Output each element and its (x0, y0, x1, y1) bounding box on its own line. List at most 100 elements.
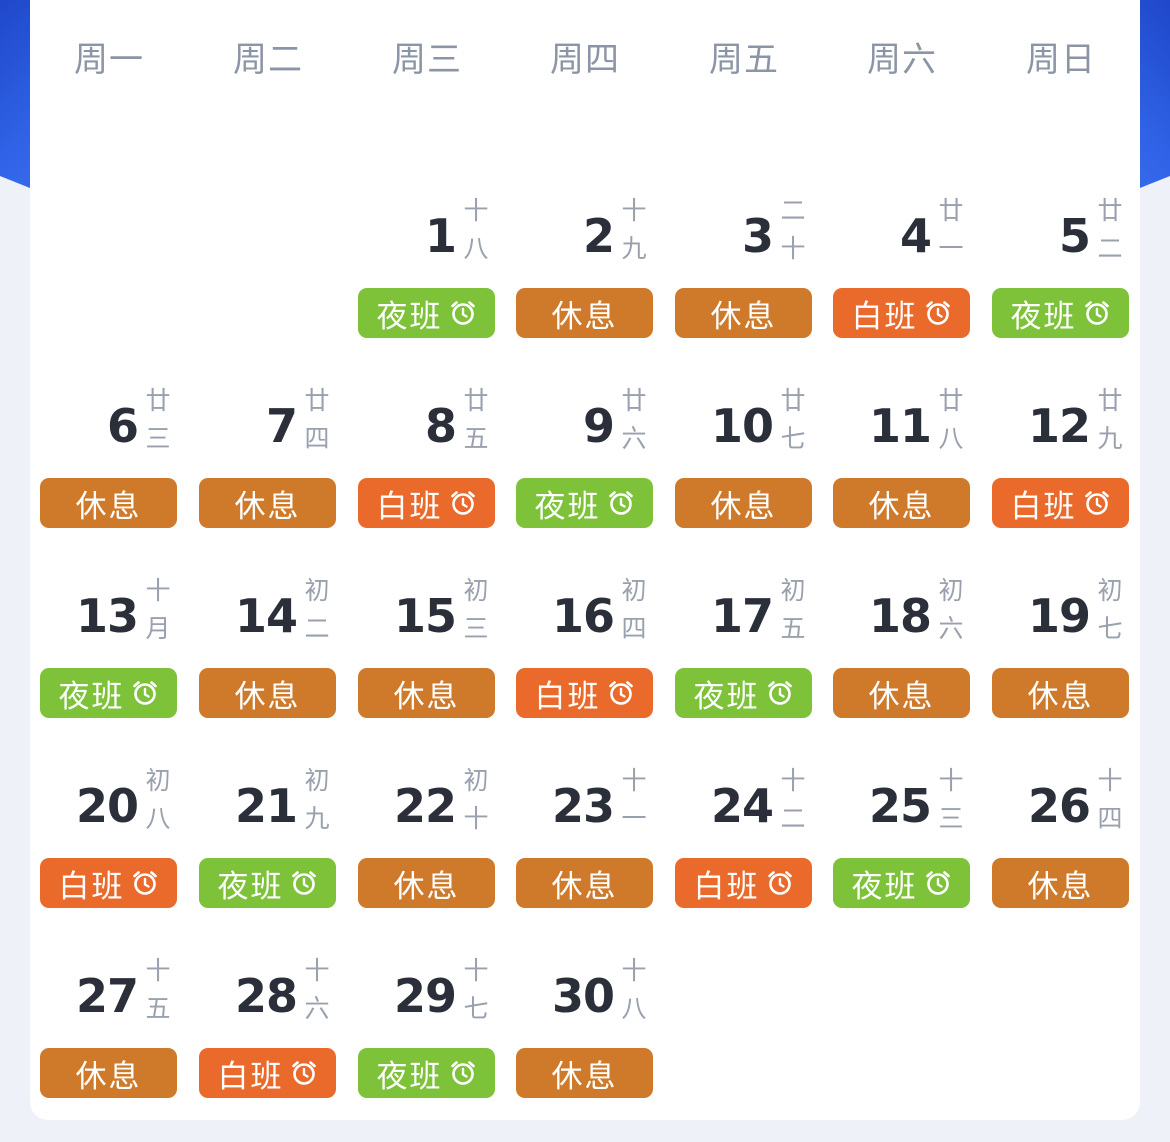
shift-badge[interactable]: 休息 (40, 478, 177, 528)
lunar-date: 初十 (461, 762, 491, 838)
day-number: 4 (899, 209, 932, 263)
shift-badge[interactable]: 休息 (516, 858, 653, 908)
shift-badge[interactable]: 休息 (516, 288, 653, 338)
day-number: 8 (424, 399, 457, 453)
lunar-char-top: 廿 (1097, 386, 1123, 415)
calendar-day-3[interactable]: 3 二十休息 (675, 192, 833, 382)
shift-badge[interactable]: 休息 (992, 668, 1129, 718)
shift-badge[interactable]: 休息 (199, 668, 336, 718)
calendar-day-30[interactable]: 30 十八休息 (516, 952, 674, 1142)
calendar-day-20[interactable]: 20 初八白班 (40, 762, 198, 952)
shift-badge[interactable]: 夜班 (40, 668, 177, 718)
day-number: 17 (710, 589, 774, 643)
shift-badge[interactable]: 夜班 (358, 1048, 495, 1098)
day-number: 11 (868, 399, 932, 453)
weekday-label: 周四 (550, 40, 620, 80)
calendar-day-28[interactable]: 28 十六白班 (199, 952, 357, 1142)
calendar-day-4[interactable]: 4 廿一白班 (833, 192, 991, 382)
calendar-day-6[interactable]: 6 廿三休息 (40, 382, 198, 572)
shift-label: 白班 (376, 488, 443, 525)
shift-label: 夜班 (376, 298, 443, 335)
lunar-char-bottom: 八 (463, 234, 489, 263)
calendar-day-12[interactable]: 12 廿九白班 (992, 382, 1150, 572)
shift-badge[interactable]: 休息 (675, 288, 812, 338)
lunar-char-top: 初 (938, 576, 964, 605)
day-number: 30 (551, 969, 615, 1023)
shift-badge[interactable]: 休息 (40, 1048, 177, 1098)
shift-badge[interactable]: 夜班 (833, 858, 970, 908)
calendar-day-23[interactable]: 23 十一休息 (516, 762, 674, 952)
shift-badge[interactable]: 夜班 (516, 478, 653, 528)
shift-badge[interactable]: 夜班 (992, 288, 1129, 338)
lunar-char-bottom: 一 (938, 234, 964, 263)
shift-label: 休息 (868, 488, 935, 525)
calendar-day-11[interactable]: 11 廿八休息 (833, 382, 991, 572)
shift-badge[interactable]: 白班 (516, 668, 653, 718)
shift-badge[interactable]: 白班 (358, 478, 495, 528)
lunar-char-bottom: 四 (1097, 804, 1123, 833)
shift-badge[interactable]: 休息 (833, 668, 970, 718)
weekday-label: 周日 (1026, 40, 1096, 80)
weekday-label: 周六 (867, 40, 937, 80)
calendar-day-10[interactable]: 10 廿七休息 (675, 382, 833, 572)
calendar-day-29[interactable]: 29 十七夜班 (358, 952, 516, 1142)
shift-label: 夜班 (217, 868, 284, 905)
calendar-day-1[interactable]: 1 十八夜班 (358, 192, 516, 382)
shift-badge[interactable]: 休息 (833, 478, 970, 528)
calendar-day-22[interactable]: 22 初十休息 (358, 762, 516, 952)
calendar-day-13[interactable]: 13 十月夜班 (40, 572, 198, 762)
calendar-day-16[interactable]: 16 初四白班 (516, 572, 674, 762)
shift-badge[interactable]: 白班 (992, 478, 1129, 528)
shift-badge[interactable]: 夜班 (199, 858, 336, 908)
day-number: 22 (393, 779, 457, 833)
calendar-day-19[interactable]: 19 初七休息 (992, 572, 1150, 762)
shift-badge[interactable]: 白班 (675, 858, 812, 908)
shift-badge[interactable]: 夜班 (675, 668, 812, 718)
calendar-day-15[interactable]: 15 初三休息 (358, 572, 516, 762)
day-number: 28 (234, 969, 298, 1023)
lunar-char-bottom: 十 (463, 804, 489, 833)
lunar-char-top: 十 (1097, 766, 1123, 795)
calendar-day-21[interactable]: 21 初九夜班 (199, 762, 357, 952)
calendar-day-24[interactable]: 24 十二白班 (675, 762, 833, 952)
lunar-char-top: 十 (145, 956, 171, 985)
day-number: 3 (741, 209, 774, 263)
shift-badge[interactable]: 白班 (40, 858, 177, 908)
lunar-date: 十四 (1095, 762, 1125, 838)
day-number: 7 (265, 399, 298, 453)
day-number: 24 (710, 779, 774, 833)
calendar-day-2[interactable]: 2 十九休息 (516, 192, 674, 382)
shift-badge[interactable]: 休息 (675, 478, 812, 528)
shift-badge[interactable]: 休息 (199, 478, 336, 528)
shift-badge[interactable]: 夜班 (358, 288, 495, 338)
calendar-day-9[interactable]: 9 廿六夜班 (516, 382, 674, 572)
calendar-day-17[interactable]: 17 初五夜班 (675, 572, 833, 762)
day-number: 10 (710, 399, 774, 453)
calendar-day-18[interactable]: 18 初六休息 (833, 572, 991, 762)
lunar-date: 初三 (461, 572, 491, 648)
calendar-day-27[interactable]: 27 十五休息 (40, 952, 198, 1142)
shift-badge[interactable]: 休息 (358, 858, 495, 908)
shift-badge[interactable]: 白班 (199, 1048, 336, 1098)
calendar-day-8[interactable]: 8 廿五白班 (358, 382, 516, 572)
shift-label: 休息 (710, 298, 777, 335)
lunar-char-top: 初 (621, 576, 647, 605)
calendar-day-7[interactable]: 7 廿四休息 (199, 382, 357, 572)
shift-label: 夜班 (58, 678, 125, 715)
shift-label: 休息 (75, 1058, 142, 1095)
shift-label: 白班 (534, 678, 601, 715)
day-number: 6 (106, 399, 139, 453)
shift-badge[interactable]: 休息 (358, 668, 495, 718)
shift-badge[interactable]: 休息 (992, 858, 1129, 908)
alarm-icon (1084, 491, 1109, 515)
shift-badge[interactable]: 白班 (833, 288, 970, 338)
lunar-char-bottom: 五 (780, 614, 806, 643)
day-number: 25 (868, 779, 932, 833)
shift-label: 休息 (393, 678, 460, 715)
calendar-day-5[interactable]: 5 廿二夜班 (992, 192, 1150, 382)
shift-badge[interactable]: 休息 (516, 1048, 653, 1098)
calendar-day-25[interactable]: 25 十三夜班 (833, 762, 991, 952)
calendar-day-14[interactable]: 14 初二休息 (199, 572, 357, 762)
calendar-day-26[interactable]: 26 十四休息 (992, 762, 1150, 952)
lunar-char-bottom: 七 (463, 994, 489, 1023)
